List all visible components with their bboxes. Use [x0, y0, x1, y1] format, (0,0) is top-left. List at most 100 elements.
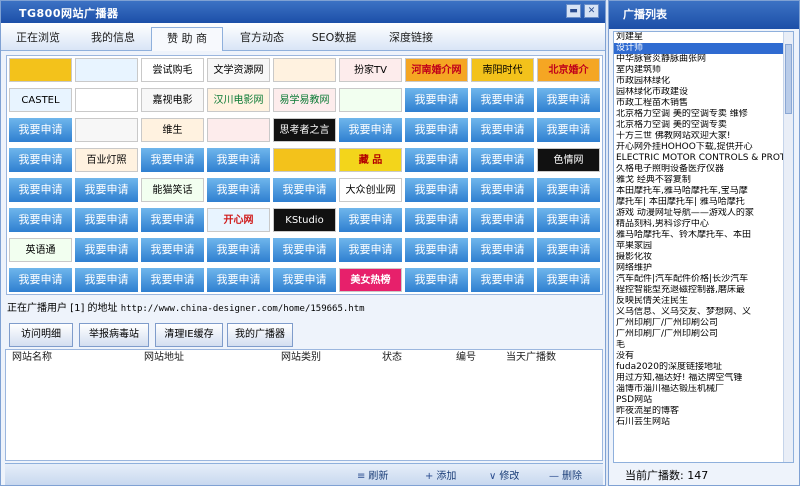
broadcast-list-item[interactable]: 广州印刷厂/广州印刷公司	[614, 318, 793, 329]
broadcast-list-item[interactable]: 苹果家园	[614, 241, 793, 252]
apply-banner[interactable]: 我要申请	[471, 238, 534, 262]
apply-banner[interactable]: 我要申请	[141, 268, 204, 292]
broadcast-list-item[interactable]: 北京格力空调 美的空调专卖 维修	[614, 109, 793, 120]
sponsor-banner[interactable]	[339, 88, 402, 112]
edit-button[interactable]: ∨ 修改	[489, 467, 519, 482]
broadcast-list-item[interactable]: 室内建筑师	[614, 65, 793, 76]
broadcast-list-item[interactable]: 开心网外挂HOHOO下载,提供开心	[614, 142, 793, 153]
apply-banner[interactable]: 我要申请	[207, 268, 270, 292]
apply-banner[interactable]: 我要申请	[405, 118, 468, 142]
sponsor-banner[interactable]: 嘉视电影	[141, 88, 204, 112]
sponsor-banner[interactable]	[75, 58, 138, 82]
apply-banner[interactable]: 我要申请	[471, 118, 534, 142]
broadcast-list-item[interactable]: 广州印刷厂/广州印刷公司	[614, 329, 793, 340]
sponsor-banner[interactable]	[9, 58, 72, 82]
broadcast-list[interactable]: 刘建星 设计师 中华脉管炎静脉曲张网 室内建筑师 市政园林绿化 园林绿化市政建设 市政工程苗…	[613, 31, 794, 463]
apply-banner[interactable]: 我要申请	[75, 178, 138, 202]
sponsor-banner[interactable]: 北京婚介	[537, 58, 600, 82]
sponsor-banner[interactable]: 藏 品	[339, 148, 402, 172]
clear-ie-cache-button[interactable]: 清理IE缓存	[155, 323, 223, 347]
close-button[interactable]: ✕	[584, 4, 599, 18]
apply-banner[interactable]: 我要申请	[9, 268, 72, 292]
column-site-category[interactable]: 网站类别	[281, 350, 321, 366]
apply-banner[interactable]: 我要申请	[537, 178, 600, 202]
sponsor-banner[interactable]: 文学资源网	[207, 58, 270, 82]
sponsor-banner[interactable]	[273, 58, 336, 82]
broadcast-list-item[interactable]: 久格电子照明设备医疗仪器	[614, 164, 793, 175]
broadcast-list-item[interactable]: fuda2020的深度链接地址	[614, 362, 793, 373]
apply-banner[interactable]: 我要申请	[273, 238, 336, 262]
sponsor-banner[interactable]: 开心网	[207, 208, 270, 232]
status-url[interactable]: http://www.china-designer.com/home/15966…	[121, 304, 365, 314]
apply-banner[interactable]: 我要申请	[339, 118, 402, 142]
apply-banner[interactable]: 我要申请	[273, 268, 336, 292]
apply-banner[interactable]: 我要申请	[537, 208, 600, 232]
broadcast-list-item[interactable]: 中华脉管炎静脉曲张网	[614, 54, 793, 65]
apply-banner[interactable]: 我要申请	[207, 238, 270, 262]
broadcast-list-item[interactable]: 游戏 动漫网址导航——游戏人的家	[614, 208, 793, 219]
apply-banner[interactable]: 我要申请	[537, 118, 600, 142]
sponsor-banner[interactable]: 美女热榜	[339, 268, 402, 292]
apply-banner[interactable]: 我要申请	[273, 178, 336, 202]
broadcast-list-item[interactable]: 网络维护	[614, 263, 793, 274]
tab-official-news[interactable]: 官方动态	[227, 27, 297, 51]
apply-banner[interactable]: 我要申请	[405, 268, 468, 292]
column-site-name[interactable]: 网站名称	[12, 350, 52, 366]
apply-banner[interactable]: 我要申请	[141, 238, 204, 262]
broadcast-list-item[interactable]: PSD网站	[614, 395, 793, 406]
sponsor-banner[interactable]	[273, 148, 336, 172]
tab-deep-links[interactable]: 深度链接	[373, 27, 449, 51]
broadcast-list-item[interactable]: 反映民情关注民生	[614, 296, 793, 307]
apply-banner[interactable]: 我要申请	[471, 88, 534, 112]
sponsor-banner[interactable]: CASTEL	[9, 88, 72, 112]
broadcast-list-item[interactable]: 北京格力空调 美的空调专卖	[614, 120, 793, 131]
tab-browsing[interactable]: 正在浏览	[3, 27, 73, 51]
broadcast-list-item[interactable]: 市政园林绿化	[614, 76, 793, 87]
apply-banner[interactable]: 我要申请	[339, 238, 402, 262]
sponsor-banner[interactable]	[75, 118, 138, 142]
column-number[interactable]: 编号	[456, 350, 476, 366]
sponsor-banner[interactable]: KStudio	[273, 208, 336, 232]
sponsor-banner[interactable]: 英语通	[9, 238, 72, 262]
broadcast-list-item[interactable]: 摄影化妆	[614, 252, 793, 263]
broadcast-list-item[interactable]: 市政工程苗木销售	[614, 98, 793, 109]
broadcast-list-item[interactable]: 摩托车| 本田摩托车| 雅马哈摩托	[614, 197, 793, 208]
apply-banner[interactable]: 我要申请	[207, 178, 270, 202]
broadcast-list-item[interactable]: 雅戈 经典不容复制	[614, 175, 793, 186]
broadcast-list-item[interactable]: 雅马哈摩托车、铃木摩托车、本田	[614, 230, 793, 241]
apply-banner[interactable]: 我要申请	[9, 208, 72, 232]
apply-banner[interactable]: 我要申请	[75, 238, 138, 262]
broadcast-list-item[interactable]: 昨夜流星的博客	[614, 406, 793, 417]
report-virus-button[interactable]: 举报病毒站	[79, 323, 149, 347]
sponsor-banner[interactable]: 大众创业网	[339, 178, 402, 202]
apply-banner[interactable]: 我要申请	[405, 88, 468, 112]
list-scrollbar[interactable]	[783, 32, 793, 462]
apply-banner[interactable]: 我要申请	[9, 118, 72, 142]
sponsor-banner[interactable]: 维生	[141, 118, 204, 142]
apply-banner[interactable]: 我要申请	[471, 178, 534, 202]
broadcast-list-item[interactable]: 刘建星	[614, 32, 793, 43]
apply-banner[interactable]: 我要申请	[471, 148, 534, 172]
column-site-url[interactable]: 网站地址	[144, 350, 184, 366]
scrollbar-thumb[interactable]	[785, 44, 792, 114]
sponsor-banner[interactable]: 河南婚介网	[405, 58, 468, 82]
my-broadcaster-button[interactable]: 我的广播器	[227, 323, 293, 347]
broadcast-list-item[interactable]: 用过方知,福达好! 福达牌空气锤	[614, 373, 793, 384]
add-button[interactable]: + 添加	[425, 467, 456, 482]
apply-banner[interactable]: 我要申请	[405, 148, 468, 172]
broadcast-list-item[interactable]: 园林绿化市政建设	[614, 87, 793, 98]
sponsor-banner[interactable]: 尝试购毛	[141, 58, 204, 82]
apply-banner[interactable]: 我要申请	[471, 208, 534, 232]
broadcast-list-item[interactable]: 程控智能型充退磁控制器,磨床最	[614, 285, 793, 296]
tab-seo-data[interactable]: SEO数据	[299, 27, 369, 51]
sponsor-banner[interactable]: 易学易教网	[273, 88, 336, 112]
column-status[interactable]: 状态	[382, 350, 402, 366]
apply-banner[interactable]: 我要申请	[471, 268, 534, 292]
sponsor-banner[interactable]: 南阳时代	[471, 58, 534, 82]
sponsor-banner[interactable]: 思考者之言	[273, 118, 336, 142]
broadcast-list-item[interactable]: ELECTRIC MOTOR CONTROLS & PROT	[614, 153, 793, 164]
broadcast-list-item[interactable]: 毛	[614, 340, 793, 351]
delete-button[interactable]: — 删除	[549, 467, 582, 482]
apply-banner[interactable]: 我要申请	[405, 238, 468, 262]
apply-banner[interactable]: 我要申请	[75, 208, 138, 232]
